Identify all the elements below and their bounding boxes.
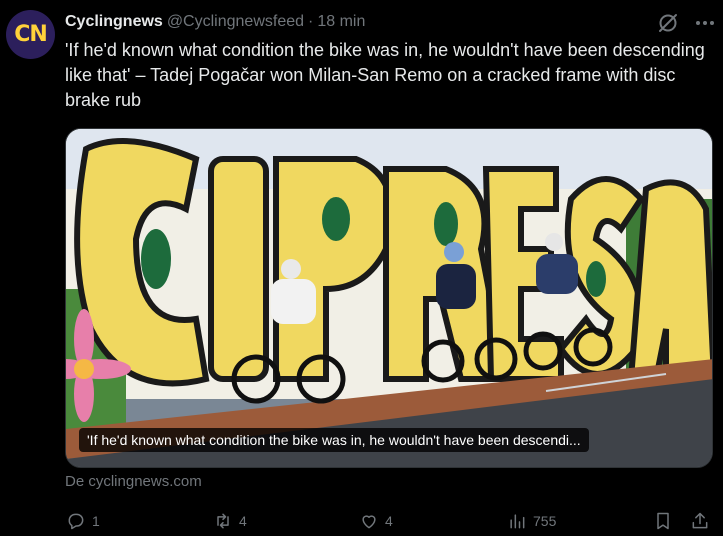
handle[interactable]: @Cyclingnewsfeed — [167, 13, 304, 31]
views-count: 755 — [533, 513, 557, 529]
separator: · — [308, 13, 314, 30]
reply-icon — [68, 513, 84, 530]
tweet[interactable]: CN Cyclingnews @Cyclingnewsfeed · 18 min… — [0, 0, 723, 536]
like-button[interactable]: 4 — [359, 507, 393, 535]
card-title-caption: 'If he'd known what condition the bike w… — [79, 428, 589, 452]
share-icon — [692, 512, 708, 529]
like-count: 4 — [385, 513, 393, 529]
timestamp[interactable]: 18 min — [317, 13, 365, 31]
card-source[interactable]: De cyclingnews.com — [65, 473, 202, 490]
heart-icon — [362, 515, 376, 529]
bookmark-icon — [657, 512, 669, 530]
link-card[interactable]: 'If he'd known what condition the bike w… — [65, 128, 713, 468]
display-name[interactable]: Cyclingnews — [65, 13, 163, 31]
more-icon[interactable] — [690, 12, 720, 34]
action-bar: 1 4 4 755 — [0, 507, 723, 535]
tweet-text: 'If he'd known what condition the bike w… — [65, 40, 705, 110]
bookmark-button[interactable] — [653, 507, 673, 535]
card-image — [66, 129, 712, 467]
views-chart-icon — [510, 514, 525, 529]
avatar-logo-text: CN — [14, 22, 48, 47]
grok-icon[interactable] — [657, 12, 679, 34]
reply-button[interactable]: 1 — [66, 507, 100, 535]
repost-icon — [217, 513, 229, 529]
repost-button[interactable]: 4 — [213, 507, 247, 535]
tweet-header: Cyclingnews @Cyclingnewsfeed · 18 min — [65, 12, 365, 32]
share-button[interactable] — [690, 507, 710, 535]
reply-count: 1 — [92, 513, 100, 529]
repost-count: 4 — [239, 513, 247, 529]
views-button[interactable]: 755 — [507, 507, 556, 535]
avatar[interactable]: CN — [6, 10, 55, 59]
